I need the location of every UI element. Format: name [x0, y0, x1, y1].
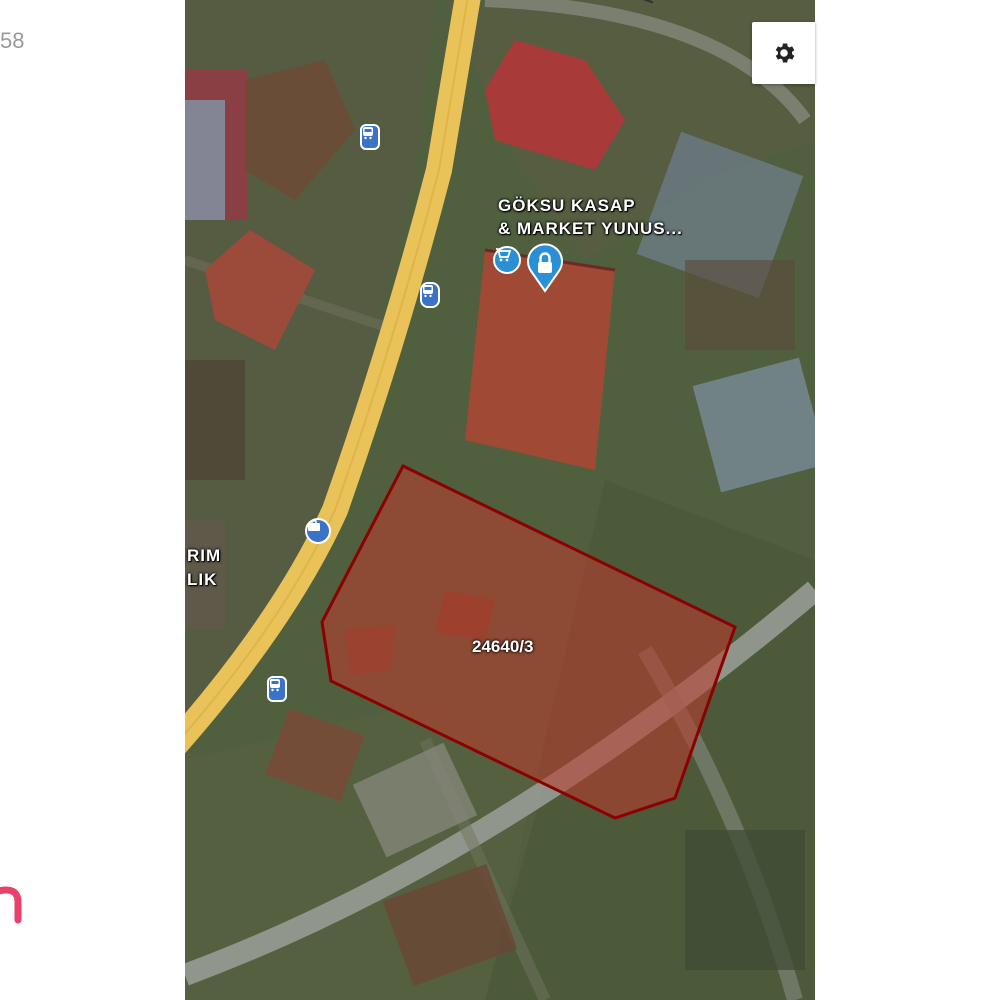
- left-label-line2[interactable]: LIK: [187, 570, 217, 590]
- left-label-line1[interactable]: RIM: [187, 546, 221, 566]
- briefcase-icon[interactable]: [305, 518, 331, 544]
- poi-label-line2[interactable]: & MARKET YUNUS...: [498, 219, 683, 239]
- satellite-map[interactable]: KA GÖKSU KASAP & MARKET YUNUS... RIM LIK…: [185, 0, 815, 1000]
- gear-icon: [775, 43, 794, 63]
- bus-stop-icon[interactable]: [360, 124, 380, 150]
- parcel-label[interactable]: 24640/3: [472, 637, 533, 657]
- bus-stop-icon[interactable]: [267, 676, 287, 702]
- poi-label-line1[interactable]: GÖKSU KASAP: [498, 196, 636, 216]
- settings-button[interactable]: [752, 22, 815, 84]
- shop-icon[interactable]: [493, 246, 521, 274]
- brand-logo-fragment: [0, 880, 26, 924]
- lock-pin-icon[interactable]: [525, 243, 565, 293]
- bus-stop-icon[interactable]: [420, 282, 440, 308]
- left-time-fragment: 58: [0, 28, 25, 53]
- map-imagery: [185, 0, 815, 1000]
